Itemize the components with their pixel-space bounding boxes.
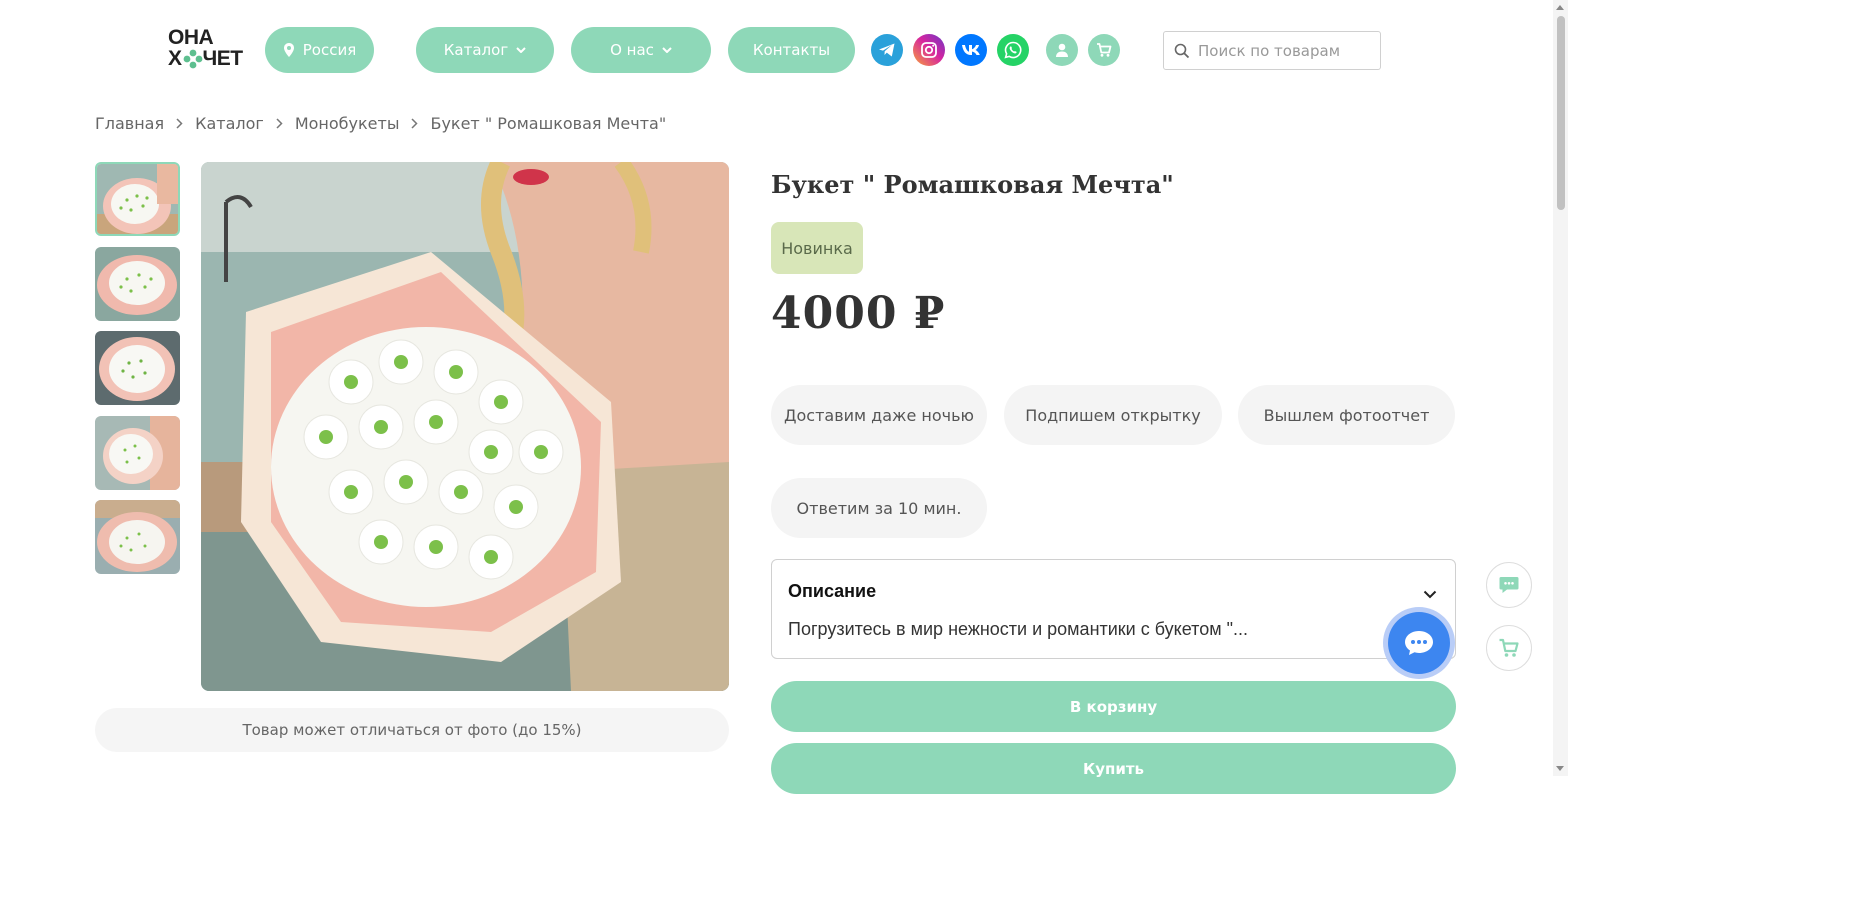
chevron-right-icon [276,117,283,129]
breadcrumb-catalog[interactable]: Каталог [195,114,264,133]
chevron-right-icon [411,117,419,129]
feature-night-delivery: Доставим даже ночью [771,385,987,445]
gallery-thumbnail[interactable] [95,416,180,490]
search-icon [1174,43,1190,58]
search-box[interactable] [1163,31,1381,70]
breadcrumb-monobouquets[interactable]: Монобукеты [295,114,400,133]
description-panel[interactable]: Описание Погрузитесь в мир нежности и ро… [771,559,1456,659]
flower-icon [183,49,203,69]
gallery-thumbnail[interactable] [95,500,180,574]
description-title: Описание [788,581,877,601]
product-price: 4000 ₽ [771,288,946,339]
chevron-down-icon [662,47,672,53]
feature-photo-report: Вышлем фотоотчет [1238,385,1455,445]
logo-line-2: Х ЧЕТ [168,48,252,69]
cart-icon [1499,638,1519,657]
chat-widget-inner [1388,612,1450,674]
cart-side-button[interactable] [1486,625,1532,671]
logo-letter: Х [168,47,182,70]
gallery-thumbnail[interactable] [95,247,180,321]
description-preview: Погрузитесь в мир нежности и романтики с… [788,619,1248,639]
gallery-thumbnail[interactable] [95,331,180,405]
scrollbar-thumb[interactable] [1557,16,1565,210]
breadcrumb: Главная Каталог Монобукеты Букет " Ромаш… [95,112,666,134]
gallery-thumbnail[interactable] [95,162,180,236]
location-pin-icon [283,43,294,57]
product-title: Букет " Ромашковая Мечта" [771,170,1174,199]
region-button[interactable]: Россия [265,27,374,73]
feature-sign-card: Подпишем открытку [1004,385,1222,445]
chevron-right-icon [176,117,183,129]
buy-button[interactable]: Купить [771,743,1456,794]
new-badge: Новинка [771,222,863,274]
add-to-cart-button[interactable]: В корзину [771,681,1456,732]
instagram-icon[interactable] [913,34,945,66]
photo-disclaimer: Товар может отличаться от фото (до 15%) [95,708,729,752]
site-header: ОНА Х ЧЕТ Россия Каталог О нас Контакты … [0,0,1568,100]
product-main-photo[interactable] [201,162,729,691]
nav-about-label: О нас [610,41,654,59]
nav-catalog-label: Каталог [443,41,509,59]
scroll-up-arrow[interactable] [1556,5,1564,10]
chevron-down-icon [516,47,526,53]
logo-line-1: ОНА [168,26,214,49]
breadcrumb-current: Букет " Ромашковая Мечта" [430,113,667,133]
scroll-down-arrow[interactable] [1556,766,1564,771]
chat-side-button[interactable] [1486,562,1532,608]
nav-contacts-label: Контакты [752,41,831,59]
chat-widget-button[interactable] [1383,607,1455,679]
chevron-down-icon[interactable] [1423,584,1437,603]
whatsapp-icon[interactable] [997,34,1029,66]
nav-about[interactable]: О нас [571,27,711,73]
page-scrollbar[interactable] [1553,0,1568,776]
logo-letters: ЧЕТ [202,47,244,70]
breadcrumb-home[interactable]: Главная [95,114,164,133]
vk-icon[interactable] [955,34,987,66]
chat-bubble-icon [1405,631,1433,655]
telegram-icon[interactable] [871,34,903,66]
search-input[interactable] [1198,41,1368,60]
feature-fast-reply: Ответим за 10 мин. [771,478,987,538]
user-account-icon[interactable] [1046,34,1078,66]
site-logo[interactable]: ОНА Х ЧЕТ [168,27,252,73]
nav-contacts[interactable]: Контакты [728,27,855,73]
chat-icon [1499,577,1519,593]
region-label: Россия [302,41,357,59]
cart-icon[interactable] [1088,34,1120,66]
nav-catalog[interactable]: Каталог [416,27,554,73]
